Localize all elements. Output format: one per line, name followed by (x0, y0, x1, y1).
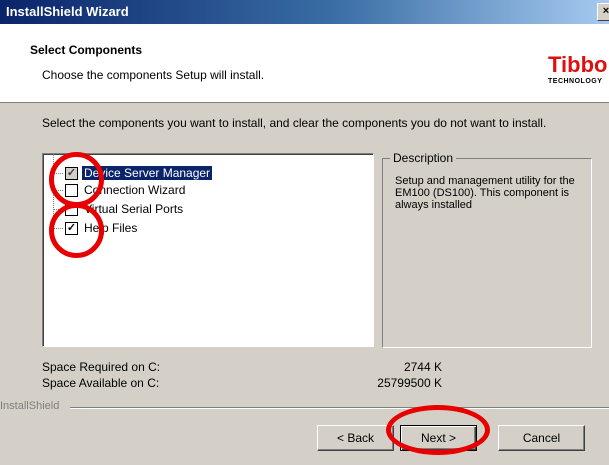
cancel-button[interactable]: Cancel (498, 425, 585, 451)
page-title: Select Components (30, 43, 143, 57)
space-required-value: 2744 K (403, 360, 442, 374)
component-label: Virtual Serial Ports (84, 202, 184, 216)
installshield-wizard-window: InstallShield Wizard × Select Components… (0, 0, 609, 465)
logo-wordmark: Tibbo (548, 52, 608, 77)
component-label: Connection Wizard (84, 183, 186, 197)
space-available-row: Space Available on C: 25799500 K (42, 376, 442, 392)
close-button[interactable]: × (597, 3, 609, 21)
tree-branch-line (53, 190, 63, 191)
tree-branch-line (53, 209, 63, 210)
component-label: Device Server Manager (82, 166, 213, 180)
space-available-label: Space Available on C: (42, 376, 160, 390)
component-item-connection-wizard[interactable]: Connection Wizard (43, 181, 363, 199)
page-subtitle: Choose the components Setup will install… (42, 68, 265, 82)
branding-divider (70, 407, 609, 409)
next-button[interactable]: Next > (400, 425, 477, 451)
branding-text: InstallShield (0, 400, 62, 412)
window-title: InstallShield Wizard (6, 4, 129, 19)
back-button[interactable]: < Back (317, 425, 394, 451)
description-text: Setup and management utility for the EM1… (395, 175, 575, 211)
component-label: Help Files (84, 221, 138, 235)
wizard-header: Select Components Choose the components … (0, 24, 609, 103)
checkbox-device-server-manager[interactable]: ✓ (65, 167, 78, 180)
description-legend: Description (390, 151, 457, 165)
components-tree[interactable]: ✓ Device Server Manager Connection Wizar… (42, 153, 374, 347)
tree-branch-line (53, 228, 63, 229)
component-item-help-files[interactable]: ✓ Help Files (43, 219, 363, 237)
checkbox-help-files[interactable]: ✓ (65, 222, 78, 235)
description-group: Description Setup and management utility… (382, 151, 592, 348)
tree-branch-line (53, 173, 63, 174)
tibbo-logo: Tibbo TECHNOLOGY (548, 52, 609, 92)
checkbox-connection-wizard[interactable] (65, 184, 78, 197)
space-available-value: 25799500 K (377, 376, 442, 390)
instructions-text: Select the components you want to instal… (42, 116, 547, 130)
space-required-row: Space Required on C: 2744 K (42, 360, 442, 376)
space-required-label: Space Required on C: (42, 360, 161, 374)
checkbox-virtual-serial-ports[interactable] (65, 203, 78, 216)
title-bar[interactable]: InstallShield Wizard × (0, 0, 609, 24)
logo-tagline: TECHNOLOGY (548, 78, 603, 85)
component-item-virtual-serial-ports[interactable]: Virtual Serial Ports (43, 200, 363, 218)
installshield-branding: InstallShield (0, 400, 609, 414)
component-item-device-server-manager[interactable]: ✓ Device Server Manager (43, 164, 363, 182)
